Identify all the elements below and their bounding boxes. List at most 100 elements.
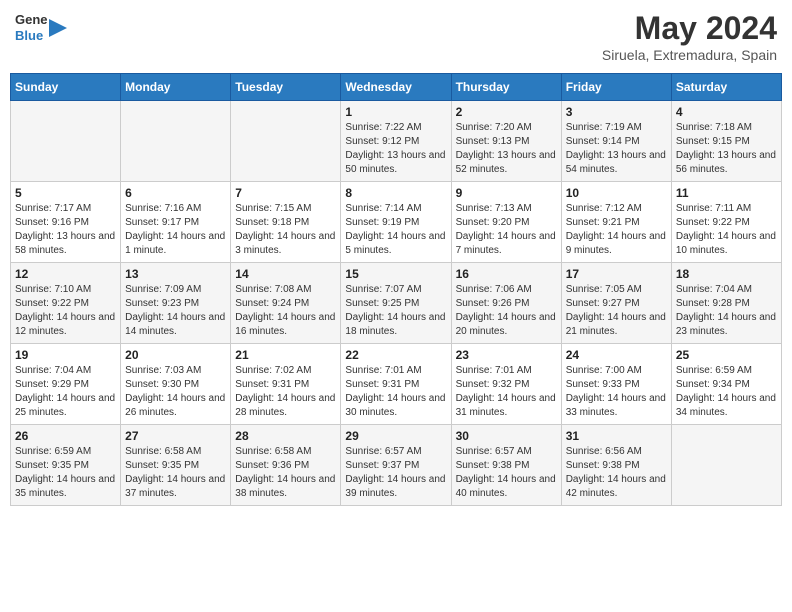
day-info: Sunrise: 7:15 AM Sunset: 9:18 PM Dayligh… [235,202,336,258]
calendar-cell: 8Sunrise: 7:14 AM Sunset: 9:19 PM Daylig… [341,182,451,263]
day-number: 7 [235,186,336,200]
calendar-table: SundayMondayTuesdayWednesdayThursdayFrid… [10,73,782,506]
day-number: 24 [566,348,667,362]
day-number: 15 [345,267,446,281]
day-info: Sunrise: 6:58 AM Sunset: 9:35 PM Dayligh… [125,445,226,501]
day-number: 30 [456,429,557,443]
logo-graphic: General Blue [15,10,47,46]
calendar-cell: 5Sunrise: 7:17 AM Sunset: 9:16 PM Daylig… [11,182,121,263]
day-info: Sunrise: 7:10 AM Sunset: 9:22 PM Dayligh… [15,283,116,339]
calendar-cell: 2 Sunrise: 7:20 AM Sunset: 9:13 PM Daylig… [451,101,561,182]
day-number: 13 [125,267,226,281]
calendar-cell: 30 Sunrise: 6:57 AM Sunset: 9:38 PM Dayli… [451,425,561,506]
day-info: Sunrise: 7:12 AM Sunset: 9:21 PM Dayligh… [566,202,667,258]
logo-container: General Blue [15,10,67,46]
day-number: 4 [676,105,777,119]
weekday-header: Sunday [11,74,121,101]
day-info: Sunrise: 7:04 AM Sunset: 9:28 PM Dayligh… [676,283,777,339]
day-info: Sunrise: 7:16 AM Sunset: 9:17 PM Dayligh… [125,202,226,258]
day-info: Sunrise: 6:59 AM Sunset: 9:34 PM Dayligh… [676,364,777,420]
calendar-cell: 7 Sunrise: 7:15 AM Sunset: 9:18 PM Daylig… [231,182,341,263]
calendar-cell [231,101,341,182]
day-info: Sunrise: 7:04 AM Sunset: 9:29 PM Dayligh… [15,364,116,420]
month-year: May 2024 [602,10,777,47]
day-number: 27 [125,429,226,443]
header-row: SundayMondayTuesdayWednesdayThursdayFrid… [11,74,782,101]
day-info: Sunrise: 7:18 AM Sunset: 9:15 PM Dayligh… [676,121,777,177]
calendar-body: 1 Sunrise: 7:22 AM Sunset: 9:12 PM Daylig… [11,101,782,506]
day-number: 1 [345,105,446,119]
title-block: May 2024 Siruela, Extremadura, Spain [602,10,777,63]
weekday-header: Tuesday [231,74,341,101]
day-info: Sunrise: 7:08 AM Sunset: 9:24 PM Dayligh… [235,283,336,339]
weekday-header: Monday [121,74,231,101]
day-number: 29 [345,429,446,443]
day-number: 18 [676,267,777,281]
calendar-cell: 29 Sunrise: 6:57 AM Sunset: 9:37 PM Dayli… [341,425,451,506]
calendar-cell [121,101,231,182]
calendar-cell: 13 Sunrise: 7:09 AM Sunset: 9:23 PM Dayli… [121,263,231,344]
weekday-header: Saturday [671,74,781,101]
day-info: Sunrise: 7:00 AM Sunset: 9:33 PM Dayligh… [566,364,667,420]
day-number: 3 [566,105,667,119]
calendar-cell: 17Sunrise: 7:05 AM Sunset: 9:27 PM Dayli… [561,263,671,344]
day-info: Sunrise: 7:20 AM Sunset: 9:13 PM Dayligh… [456,121,557,177]
day-info: Sunrise: 7:19 AM Sunset: 9:14 PM Dayligh… [566,121,667,177]
day-info: Sunrise: 7:11 AM Sunset: 9:22 PM Dayligh… [676,202,777,258]
day-number: 31 [566,429,667,443]
calendar-cell: 6 Sunrise: 7:16 AM Sunset: 9:17 PM Daylig… [121,182,231,263]
day-number: 21 [235,348,336,362]
day-info: Sunrise: 7:22 AM Sunset: 9:12 PM Dayligh… [345,121,446,177]
day-number: 8 [345,186,446,200]
day-number: 16 [456,267,557,281]
calendar-cell: 26Sunrise: 6:59 AM Sunset: 9:35 PM Dayli… [11,425,121,506]
calendar-row: 1 Sunrise: 7:22 AM Sunset: 9:12 PM Daylig… [11,101,782,182]
weekday-header: Thursday [451,74,561,101]
day-info: Sunrise: 7:13 AM Sunset: 9:20 PM Dayligh… [456,202,557,258]
day-number: 19 [15,348,116,362]
day-info: Sunrise: 7:02 AM Sunset: 9:31 PM Dayligh… [235,364,336,420]
calendar-row: 19 Sunrise: 7:04 AM Sunset: 9:29 PM Dayli… [11,344,782,425]
day-info: Sunrise: 6:57 AM Sunset: 9:38 PM Dayligh… [456,445,557,501]
day-number: 12 [15,267,116,281]
calendar-row: 12 Sunrise: 7:10 AM Sunset: 9:22 PM Dayli… [11,263,782,344]
calendar-cell: 20Sunrise: 7:03 AM Sunset: 9:30 PM Dayli… [121,344,231,425]
day-number: 25 [676,348,777,362]
calendar-cell: 27 Sunrise: 6:58 AM Sunset: 9:35 PM Dayli… [121,425,231,506]
calendar-cell: 4 Sunrise: 7:18 AM Sunset: 9:15 PM Daylig… [671,101,781,182]
calendar-cell: 25 Sunrise: 6:59 AM Sunset: 9:34 PM Dayli… [671,344,781,425]
day-info: Sunrise: 7:01 AM Sunset: 9:31 PM Dayligh… [345,364,446,420]
calendar-cell: 23 Sunrise: 7:01 AM Sunset: 9:32 PM Dayli… [451,344,561,425]
calendar-cell: 28Sunrise: 6:58 AM Sunset: 9:36 PM Dayli… [231,425,341,506]
day-info: Sunrise: 6:59 AM Sunset: 9:35 PM Dayligh… [15,445,116,501]
day-number: 20 [125,348,226,362]
day-number: 9 [456,186,557,200]
day-number: 10 [566,186,667,200]
day-number: 11 [676,186,777,200]
header: General Blue May 2024 Siruela, Extremadu… [10,10,782,63]
logo: General Blue [15,10,67,46]
day-info: Sunrise: 7:01 AM Sunset: 9:32 PM Dayligh… [456,364,557,420]
day-number: 22 [345,348,446,362]
logo-arrow-icon [49,19,67,37]
calendar-cell: 15 Sunrise: 7:07 AM Sunset: 9:25 PM Dayli… [341,263,451,344]
day-info: Sunrise: 7:07 AM Sunset: 9:25 PM Dayligh… [345,283,446,339]
calendar-cell: 16Sunrise: 7:06 AM Sunset: 9:26 PM Dayli… [451,263,561,344]
calendar-row: 26Sunrise: 6:59 AM Sunset: 9:35 PM Dayli… [11,425,782,506]
calendar-cell: 3 Sunrise: 7:19 AM Sunset: 9:14 PM Daylig… [561,101,671,182]
day-number: 6 [125,186,226,200]
day-info: Sunrise: 7:17 AM Sunset: 9:16 PM Dayligh… [15,202,116,258]
calendar-cell: 24 Sunrise: 7:00 AM Sunset: 9:33 PM Dayli… [561,344,671,425]
day-number: 23 [456,348,557,362]
calendar-cell: 9 Sunrise: 7:13 AM Sunset: 9:20 PM Daylig… [451,182,561,263]
day-number: 2 [456,105,557,119]
svg-text:Blue: Blue [15,28,43,43]
day-number: 14 [235,267,336,281]
calendar-cell: 10 Sunrise: 7:12 AM Sunset: 9:21 PM Dayli… [561,182,671,263]
day-info: Sunrise: 7:09 AM Sunset: 9:23 PM Dayligh… [125,283,226,339]
calendar-cell: 31Sunrise: 6:56 AM Sunset: 9:38 PM Dayli… [561,425,671,506]
calendar-row: 5Sunrise: 7:17 AM Sunset: 9:16 PM Daylig… [11,182,782,263]
day-info: Sunrise: 6:57 AM Sunset: 9:37 PM Dayligh… [345,445,446,501]
weekday-header: Wednesday [341,74,451,101]
calendar-cell [11,101,121,182]
